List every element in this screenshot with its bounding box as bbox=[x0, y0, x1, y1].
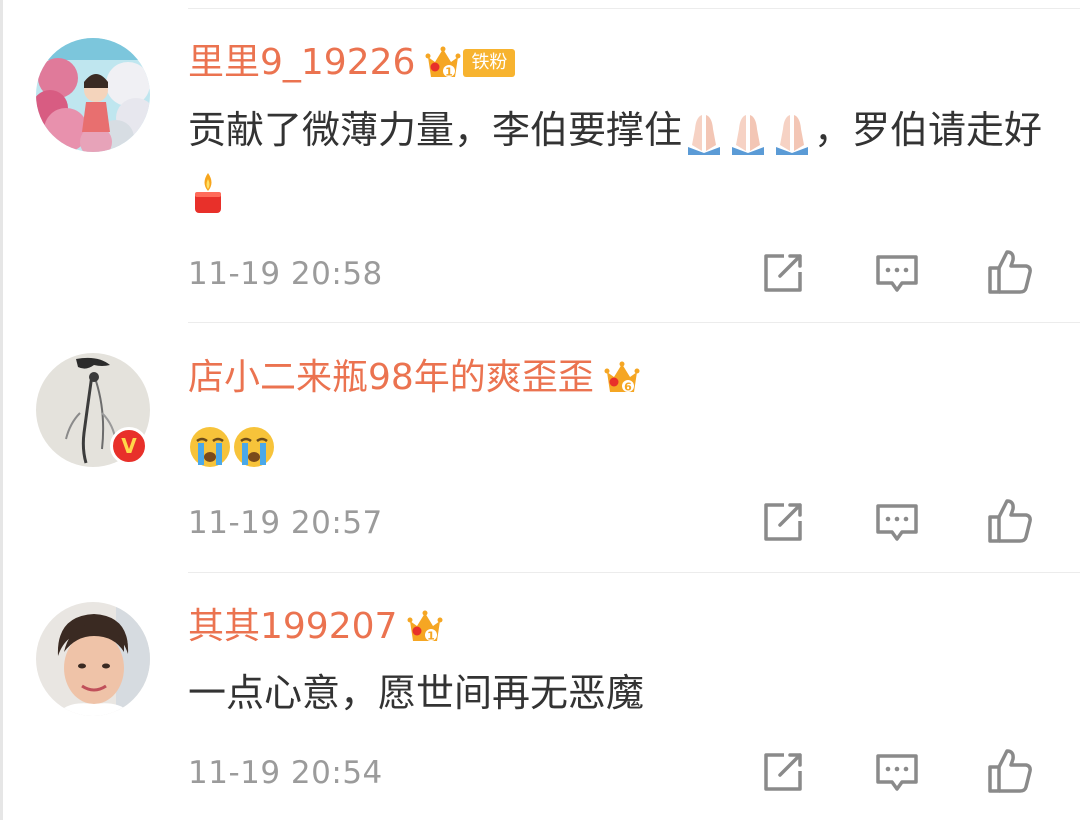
share-icon bbox=[764, 254, 802, 292]
avatar[interactable] bbox=[36, 602, 150, 716]
comment-text bbox=[188, 414, 1048, 474]
username[interactable]: 店小二来瓶98年的爽歪歪 bbox=[188, 353, 594, 403]
comment-text-part: 一点心意，愿世间再无恶魔 bbox=[188, 671, 645, 715]
comment-text: 贡献了微薄力量，李伯要撑住 ，罗伯请走好 bbox=[188, 100, 1048, 220]
comment-icon bbox=[876, 754, 918, 791]
username[interactable]: 里里9_19226 bbox=[188, 38, 415, 88]
folded-hands-icon bbox=[688, 114, 721, 155]
top-divider bbox=[188, 8, 1080, 9]
name-row: 里里9_19226 1 铁粉 bbox=[188, 38, 516, 88]
crown-level: 1 bbox=[446, 66, 454, 79]
name-row: 其其199207 1 bbox=[188, 602, 443, 652]
share-icon bbox=[764, 503, 802, 541]
like-icon bbox=[988, 749, 1032, 793]
folded-hands-icon bbox=[732, 114, 765, 155]
left-edge-rule bbox=[0, 0, 3, 820]
timestamp: 11-19 20:58 bbox=[188, 256, 383, 292]
folded-hands-icon bbox=[776, 114, 809, 155]
comment-button[interactable] bbox=[874, 499, 920, 545]
comment-icon bbox=[876, 504, 918, 541]
like-button[interactable] bbox=[986, 497, 1032, 543]
like-icon bbox=[988, 250, 1032, 294]
comment-text-part: 贡献了微薄力量，李伯要撑住 bbox=[188, 108, 683, 152]
like-icon bbox=[988, 499, 1032, 543]
crying-face-icon bbox=[190, 426, 230, 467]
fan-badge[interactable]: 铁粉 bbox=[463, 49, 516, 77]
crown-badge-icon[interactable]: 6 bbox=[604, 361, 640, 395]
comment-list-page: 里里9_19226 1 铁粉 贡献了微薄力量，李伯要撑住 ，罗伯请走好 11-19… bbox=[0, 0, 1080, 820]
share-button[interactable] bbox=[760, 499, 806, 545]
crown-badge-icon[interactable]: 1 bbox=[425, 46, 461, 80]
comment-button[interactable] bbox=[874, 250, 920, 296]
crown-badge-icon[interactable]: 1 bbox=[407, 610, 443, 644]
comment-divider bbox=[188, 572, 1080, 573]
crying-face-icon bbox=[234, 426, 274, 467]
username[interactable]: 其其199207 bbox=[188, 602, 397, 652]
avatar-image bbox=[36, 602, 150, 716]
candle-icon bbox=[195, 172, 221, 213]
comment-text: 一点心意，愿世间再无恶魔 bbox=[188, 663, 1048, 723]
name-row: 店小二来瓶98年的爽歪歪 6 bbox=[188, 353, 640, 403]
comment-icon bbox=[876, 255, 918, 292]
crown-level: 6 bbox=[624, 381, 632, 394]
timestamp: 11-19 20:57 bbox=[188, 505, 383, 541]
comment-button[interactable] bbox=[874, 749, 920, 795]
timestamp: 11-19 20:54 bbox=[188, 755, 383, 791]
avatar[interactable] bbox=[36, 38, 150, 152]
comment-text-part: ，罗伯请走好 bbox=[814, 108, 1043, 152]
verified-badge: V bbox=[110, 427, 148, 465]
comment-divider bbox=[188, 322, 1080, 323]
like-button[interactable] bbox=[986, 248, 1032, 294]
share-button[interactable] bbox=[760, 749, 806, 795]
crown-level: 1 bbox=[428, 630, 436, 643]
share-button[interactable] bbox=[760, 250, 806, 296]
like-button[interactable] bbox=[986, 747, 1032, 793]
share-icon bbox=[764, 753, 802, 791]
avatar-image bbox=[36, 38, 150, 152]
